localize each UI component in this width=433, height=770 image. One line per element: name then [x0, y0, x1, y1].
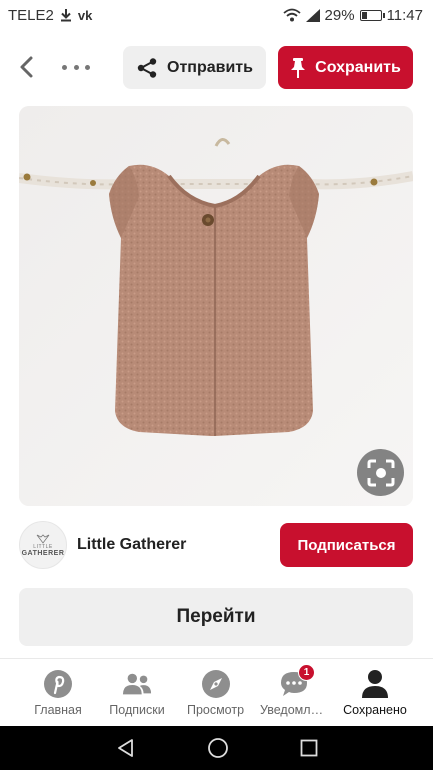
download-icon: [60, 9, 71, 22]
nav-following[interactable]: Подписки: [97, 659, 177, 727]
visit-button-label: Перейти: [176, 606, 256, 627]
battery-icon: [359, 9, 385, 21]
people-icon: [122, 669, 152, 699]
fox-logo-icon: [36, 533, 50, 544]
pinterest-icon: [43, 669, 73, 699]
profile-icon: [360, 669, 390, 699]
wifi-icon: [282, 8, 301, 22]
nav-saved-label: Сохранено: [343, 703, 407, 717]
android-nav-bar: [0, 726, 433, 770]
vk-icon: vk: [77, 7, 93, 23]
system-home-icon[interactable]: [207, 737, 229, 759]
nav-notifications-label: Уведомления: [260, 703, 328, 717]
pin-image[interactable]: [19, 106, 413, 506]
nav-home-label: Главная: [34, 703, 82, 717]
knitted-vest-photo: [19, 106, 413, 506]
status-right: 29% 11:47: [282, 6, 423, 24]
share-icon: [137, 57, 157, 78]
send-button-label: Отправить: [167, 58, 253, 76]
status-bar: TELE2 vk 29% 11:47: [0, 0, 433, 30]
battery-level-fill: [361, 11, 368, 19]
visual-search-icon: [367, 459, 394, 486]
nav-explore[interactable]: Просмотр: [178, 659, 253, 727]
visual-search-button[interactable]: [357, 449, 404, 496]
creator-name[interactable]: Little Gatherer: [77, 536, 186, 554]
nav-following-label: Подписки: [109, 703, 165, 717]
follow-button-label: Подписаться: [297, 536, 396, 554]
nav-home[interactable]: Главная: [14, 659, 102, 727]
battery-percent: 29%: [324, 6, 355, 24]
compass-icon: [201, 669, 231, 699]
system-recents-icon[interactable]: [300, 739, 318, 757]
nav-explore-label: Просмотр: [186, 703, 245, 717]
carrier-label: TELE2: [8, 6, 54, 24]
pushpin-icon: [291, 57, 306, 78]
nav-notifications[interactable]: 1 Уведомления: [258, 659, 330, 727]
visit-button[interactable]: Перейти: [19, 588, 413, 646]
status-left: TELE2 vk: [8, 7, 92, 24]
save-button-label: Сохранить: [315, 58, 401, 76]
pin-header: Отправить Сохранить: [0, 44, 433, 90]
signal-icon: [305, 8, 320, 22]
creator-avatar[interactable]: LITTLE GATHERER: [19, 521, 67, 569]
avatar-text-big: GATHERER: [21, 549, 65, 557]
more-options-icon[interactable]: [62, 54, 90, 80]
chat-icon: 1: [279, 664, 315, 699]
clock: 11:47: [386, 6, 423, 24]
nav-saved[interactable]: Сохранено: [336, 659, 414, 727]
system-back-icon[interactable]: [116, 738, 136, 758]
follow-button[interactable]: Подписаться: [280, 523, 413, 567]
bottom-nav: Главная Подписки Просмотр 1 Уведомлен Со…: [0, 658, 433, 726]
notification-badge: 1: [298, 664, 315, 681]
back-arrow-icon[interactable]: [14, 54, 40, 80]
save-button[interactable]: Сохранить: [278, 46, 413, 89]
creator-row: LITTLE GATHERER Little Gatherer Подписат…: [19, 520, 413, 570]
send-button[interactable]: Отправить: [123, 46, 266, 89]
